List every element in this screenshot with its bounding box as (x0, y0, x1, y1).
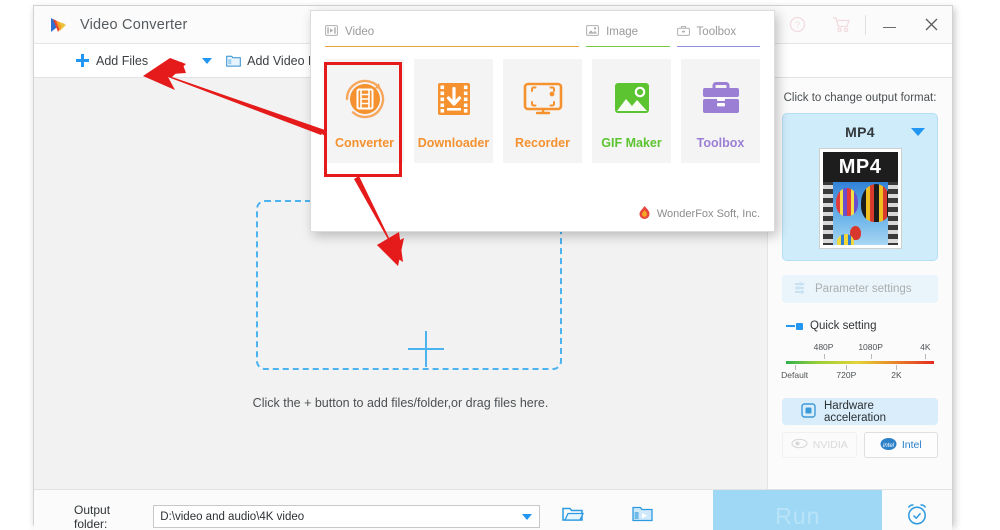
tab-image[interactable]: Image (586, 25, 670, 47)
module-selector-popup: Video Image Toolbox Converter Downloader… (310, 10, 775, 232)
tab-toolbox-underline (676, 45, 760, 47)
slider-label-bottom: 720P (836, 370, 857, 380)
tile-recorder-label: Recorder (515, 136, 570, 150)
plus-icon (76, 54, 89, 67)
tab-video-label: Video (345, 26, 375, 38)
shopping-cart-icon[interactable] (819, 6, 863, 44)
image-icon (586, 25, 600, 39)
svg-text:?: ? (794, 20, 799, 30)
output-folder-value: D:\video and audio\4K video (160, 510, 305, 523)
output-folder-label: Output folder: (74, 502, 111, 530)
tab-video[interactable]: Video (325, 25, 580, 47)
thumbnail-label: MP4 (822, 152, 898, 182)
output-settings-panel: Click to change output format: MP4 MP4 P… (767, 78, 952, 489)
intel-option[interactable]: intel Intel (863, 432, 938, 458)
gif-maker-icon (614, 83, 649, 113)
output-format-card[interactable]: MP4 MP4 (782, 113, 938, 261)
slider-tick-top (823, 354, 825, 359)
close-button[interactable] (910, 6, 952, 44)
chevron-down-icon[interactable] (911, 128, 925, 136)
alarm-clock-icon (904, 501, 930, 530)
nvidia-icon (791, 438, 808, 452)
help-icon[interactable]: ? (775, 6, 819, 44)
open-video-folder-button[interactable] (632, 505, 653, 528)
run-button[interactable]: Run (713, 490, 883, 530)
sliders-icon (794, 281, 808, 297)
title-bar-controls: ? (775, 6, 952, 43)
slider-label-top: 480P (813, 342, 834, 352)
titlebar-divider (865, 14, 866, 35)
open-folder-icon (562, 505, 585, 528)
tile-converter-label: Converter (334, 136, 395, 150)
nvidia-label: NVIDIA (812, 439, 848, 451)
slider-tick-top (870, 354, 872, 359)
quick-setting-icon (786, 322, 803, 330)
format-thumbnail: MP4 (818, 148, 902, 249)
chevron-down-icon[interactable] (202, 57, 213, 64)
video-folder-icon (632, 505, 653, 528)
toolbox-icon (676, 25, 690, 39)
tab-toolbox[interactable]: Toolbox (676, 25, 760, 47)
tile-downloader[interactable]: Downloader (414, 59, 493, 163)
tile-converter[interactable]: Converter (325, 59, 404, 163)
window-title: Video Converter (80, 16, 188, 33)
format-header: MP4 (791, 121, 929, 143)
tile-gif-maker-label: GIF Maker (601, 136, 662, 150)
plus-icon[interactable] (408, 331, 444, 367)
output-format-hint: Click to change output format: (783, 92, 937, 104)
chip-icon (801, 402, 816, 421)
open-folder-button[interactable] (562, 505, 585, 528)
chevron-down-icon[interactable] (522, 514, 533, 520)
parameter-settings-button[interactable]: Parameter settings (782, 275, 938, 303)
screenshot-root: Video Converter ? Add Files Add Video Fo… (0, 0, 1000, 530)
slider-label-top: 1080P (858, 342, 883, 352)
popup-tabs: Video Image Toolbox (311, 11, 774, 47)
gpu-options-row: NVIDIA intel Intel (782, 432, 938, 458)
minimize-button[interactable] (868, 6, 910, 44)
tile-gif-maker[interactable]: GIF Maker (592, 59, 671, 163)
slider-track (786, 361, 934, 364)
svg-text:intel: intel (883, 443, 895, 449)
output-folder-input[interactable]: D:\video and audio\4K video (153, 505, 541, 528)
tab-image-underline (586, 45, 670, 47)
app-logo-icon (48, 15, 68, 35)
module-tiles: Converter Downloader Recorder GIF Maker … (311, 47, 774, 163)
intel-icon: intel (880, 437, 897, 454)
dropzone-hint: Click the + button to add files/folder,o… (252, 396, 549, 410)
tab-video-underline (325, 45, 580, 47)
recorder-icon (523, 82, 562, 115)
tab-image-label: Image (606, 26, 639, 38)
run-label: Run (775, 503, 821, 529)
bottom-bar: Output folder: D:\video and audio\4K vid… (34, 489, 952, 530)
add-files-label: Add Files (96, 53, 149, 68)
slider-tick-top (925, 354, 927, 359)
quick-setting-row[interactable]: Quick setting (786, 320, 952, 332)
tile-recorder[interactable]: Recorder (503, 59, 582, 163)
converter-icon (345, 79, 384, 119)
slider-label-bottom: 2K (891, 370, 902, 380)
schedule-button[interactable] (882, 490, 952, 530)
wonderfox-flame-icon (638, 205, 651, 222)
intel-label: Intel (901, 439, 922, 451)
hardware-acceleration-button[interactable]: Hardware acceleration (782, 398, 938, 425)
format-name: MP4 (845, 124, 875, 140)
tab-toolbox-label: Toolbox (696, 26, 737, 38)
downloader-icon (437, 83, 470, 115)
quick-setting-label: Quick setting (810, 320, 877, 332)
tile-toolbox[interactable]: Toolbox (681, 59, 760, 163)
quality-slider[interactable]: 480P 1080P 4K Default 720P 2K (781, 341, 936, 385)
tile-downloader-label: Downloader (417, 136, 490, 150)
toolbox-tile-icon (702, 82, 739, 113)
slider-label-top: 4K (920, 342, 931, 352)
video-icon (325, 25, 338, 39)
tile-toolbox-label: Toolbox (696, 136, 745, 150)
add-files-button[interactable]: Add Files (76, 54, 148, 68)
nvidia-option[interactable]: NVIDIA (782, 432, 857, 458)
hardware-acceleration-label: Hardware acceleration (824, 399, 887, 424)
popup-footer: WonderFox Soft, Inc. (638, 205, 760, 222)
slider-label-bottom: Default (781, 370, 809, 380)
parameter-settings-label: Parameter settings (815, 283, 912, 295)
popup-footer-label: WonderFox Soft, Inc. (656, 207, 760, 220)
folder-video-icon (226, 54, 241, 67)
